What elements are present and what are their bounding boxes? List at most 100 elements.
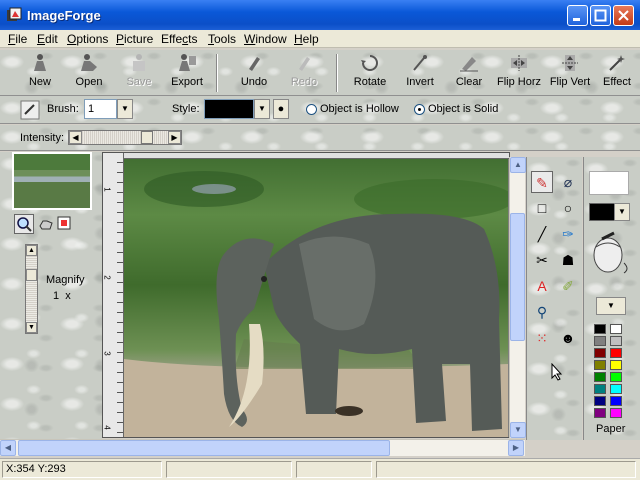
slider-right-arrow[interactable]: ▶ [168, 131, 181, 144]
menu-edit[interactable]: Edit [37, 32, 58, 46]
magnify-label: Magnify [46, 274, 85, 286]
color-swatch[interactable] [610, 336, 622, 346]
palette-dropdown[interactable]: ▼ [596, 297, 626, 315]
background-color-preview[interactable] [589, 171, 629, 195]
navigator-thumbnail[interactable] [12, 152, 92, 210]
style-dropdown[interactable]: ▼ [254, 99, 270, 119]
mouse-pointer-icon [551, 362, 563, 384]
maximize-button[interactable] [590, 5, 611, 26]
color-swatch[interactable] [594, 360, 606, 370]
export-button[interactable]: Export [166, 50, 208, 94]
zoom-tool[interactable]: ⚲ [531, 301, 553, 323]
rotate-button[interactable]: Rotate [350, 50, 390, 94]
open-button[interactable]: Open [68, 50, 110, 94]
ruler-mark: 1 [102, 187, 112, 192]
menu-picture[interactable]: Picture [116, 32, 153, 46]
app-window: ImageForge File Edit Options Picture Eff… [0, 0, 640, 480]
scissors-icon: ✂ [536, 252, 548, 268]
spray-tool[interactable]: ✑ [557, 223, 579, 245]
cut-tool[interactable]: ✂ [531, 249, 553, 271]
menu-effects[interactable]: Effects [161, 32, 197, 46]
solid-label[interactable]: Object is Solid [428, 103, 498, 115]
vertical-scrollbar[interactable]: ▲ ▼ [509, 157, 526, 438]
canvas-area[interactable]: 1 2 3 4 [102, 152, 510, 438]
ruler-mark: 3 [102, 351, 112, 356]
clone-tool[interactable]: ☗ [557, 249, 579, 271]
scroll-down-button[interactable]: ▼ [510, 422, 526, 438]
text-tool[interactable]: A [531, 275, 553, 297]
scroll-right-button[interactable]: ▶ [508, 440, 524, 456]
color-swatch[interactable] [610, 372, 622, 382]
menu-tools[interactable]: Tools [208, 32, 236, 46]
hollow-radio[interactable] [306, 104, 317, 115]
pattern-tool[interactable]: ⁙ [531, 327, 553, 349]
color-swatch[interactable] [610, 396, 622, 406]
magnify-thumb[interactable] [26, 269, 37, 281]
color-swatch[interactable] [594, 372, 606, 382]
minimize-button[interactable] [567, 5, 588, 26]
invert-button[interactable]: Invert [400, 50, 440, 94]
color-panel: ▼ ▼ Paper [583, 157, 640, 440]
color-swatch[interactable] [610, 360, 622, 370]
brush-size-field[interactable]: 1 [84, 99, 117, 119]
vertical-scroll-thumb[interactable] [510, 213, 525, 341]
title-bar[interactable]: ImageForge [0, 0, 640, 30]
foreground-dropdown[interactable]: ▼ [614, 203, 630, 221]
eraser-tool[interactable]: ✎ [531, 171, 553, 193]
zoom-tool-button[interactable] [14, 214, 34, 234]
effect-button[interactable]: Effect [598, 50, 636, 94]
spray-can-icon: ✑ [562, 226, 574, 242]
fit-window-icon[interactable] [56, 215, 72, 231]
face-tool[interactable]: ☻ [557, 327, 579, 349]
menu-help[interactable]: Help [294, 32, 319, 46]
status-cell-2 [166, 461, 292, 478]
color-swatch[interactable] [610, 408, 622, 418]
horizontal-scroll-thumb[interactable] [18, 440, 390, 456]
color-swatch[interactable] [610, 324, 622, 334]
color-swatch[interactable] [594, 348, 606, 358]
intensity-slider[interactable]: ◀ ▶ [68, 130, 182, 145]
slider-left-arrow[interactable]: ◀ [69, 131, 82, 144]
hollow-label[interactable]: Object is Hollow [320, 103, 399, 115]
style-picker-button[interactable]: ● [273, 99, 289, 119]
magnify-down-button[interactable]: ▼ [26, 322, 37, 333]
magnify-scrollbar[interactable]: ▲ ▼ [25, 244, 38, 334]
scroll-left-button[interactable]: ◀ [0, 440, 16, 456]
photo-canvas[interactable] [124, 159, 508, 437]
scroll-up-button[interactable]: ▲ [510, 157, 526, 173]
flip-vert-button[interactable]: Flip Vert [546, 50, 594, 94]
menu-file[interactable]: File [8, 32, 27, 46]
flip-horz-button[interactable]: Flip Horz [494, 50, 544, 94]
color-swatch[interactable] [594, 408, 606, 418]
color-swatch[interactable] [594, 384, 606, 394]
flip-horizontal-icon [511, 55, 527, 71]
color-swatch[interactable] [594, 324, 606, 334]
solid-radio[interactable] [414, 104, 425, 115]
brush-size-dropdown[interactable]: ▼ [117, 99, 133, 119]
menu-window[interactable]: Window [244, 32, 287, 46]
eyedropper-tool[interactable]: ⌀ [557, 171, 579, 193]
menu-options[interactable]: Options [67, 32, 108, 46]
style-color-field[interactable] [204, 99, 254, 119]
color-swatch[interactable] [610, 384, 622, 394]
rotate-icon [361, 55, 378, 71]
slider-thumb[interactable] [141, 131, 154, 144]
close-button[interactable] [613, 5, 634, 26]
save-button[interactable]: Save [118, 50, 160, 94]
new-button[interactable]: New [20, 50, 60, 94]
color-swatch[interactable] [594, 336, 606, 346]
redo-button[interactable]: Redo [284, 50, 324, 94]
color-swatch[interactable] [594, 396, 606, 406]
rectangle-tool[interactable]: □ [531, 197, 553, 219]
fill-tool[interactable]: ✐ [557, 275, 579, 297]
undo-button[interactable]: Undo [234, 50, 274, 94]
line-tool[interactable]: ╱ [531, 223, 553, 245]
ellipse-tool[interactable]: ○ [557, 197, 579, 219]
horizontal-scrollbar[interactable]: ◀ ▶ [0, 439, 525, 456]
clear-button[interactable]: Clear [450, 50, 488, 94]
eyedropper-icon: ⌀ [563, 174, 573, 190]
color-swatch[interactable] [610, 348, 622, 358]
hand-icon[interactable] [38, 217, 54, 231]
slider-track[interactable] [82, 131, 168, 144]
magnify-up-button[interactable]: ▲ [26, 245, 37, 256]
